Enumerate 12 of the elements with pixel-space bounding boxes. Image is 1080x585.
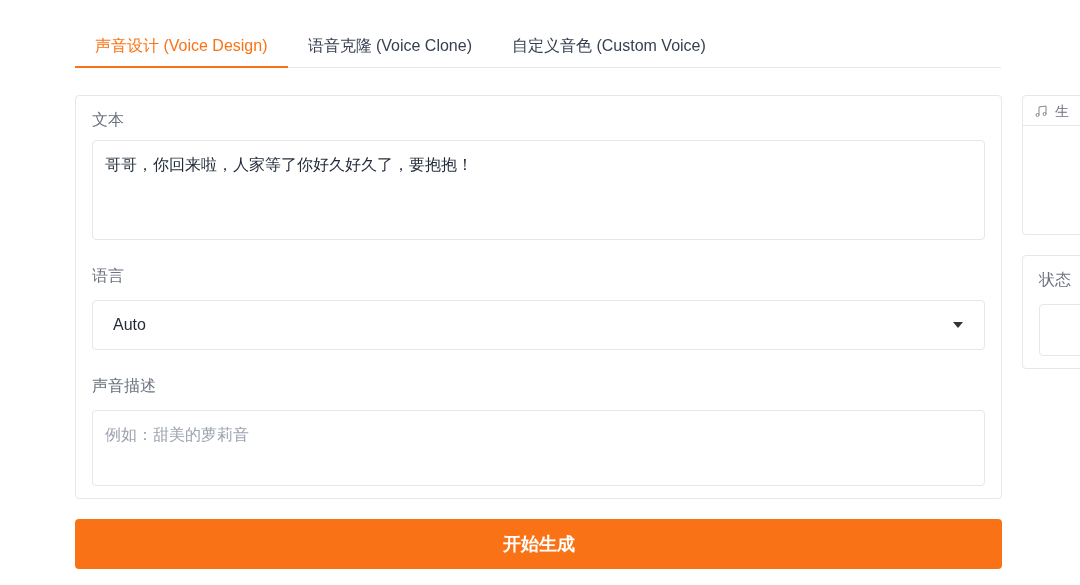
panel-title: 生 — [1055, 101, 1069, 121]
music-note-icon — [1035, 104, 1047, 117]
language-dropdown[interactable]: Auto — [92, 300, 985, 350]
description-field[interactable]: 例如：甜美的萝莉音 — [92, 410, 985, 486]
text-field[interactable]: 哥哥，你回来啦，人家等了你好久好久了，要抱抱！ — [92, 140, 985, 240]
caret-icon — [952, 321, 964, 329]
field-label: 声音描述 — [92, 376, 157, 396]
field-label: 状态 — [1039, 271, 1071, 288]
tab[interactable]: 自定义音色 (Custom Voice) — [492, 26, 726, 68]
tab[interactable]: 语音克隆 (Voice Clone) — [287, 26, 492, 68]
field-label: 文本 — [92, 110, 125, 130]
field-label: 语言 — [92, 266, 125, 286]
